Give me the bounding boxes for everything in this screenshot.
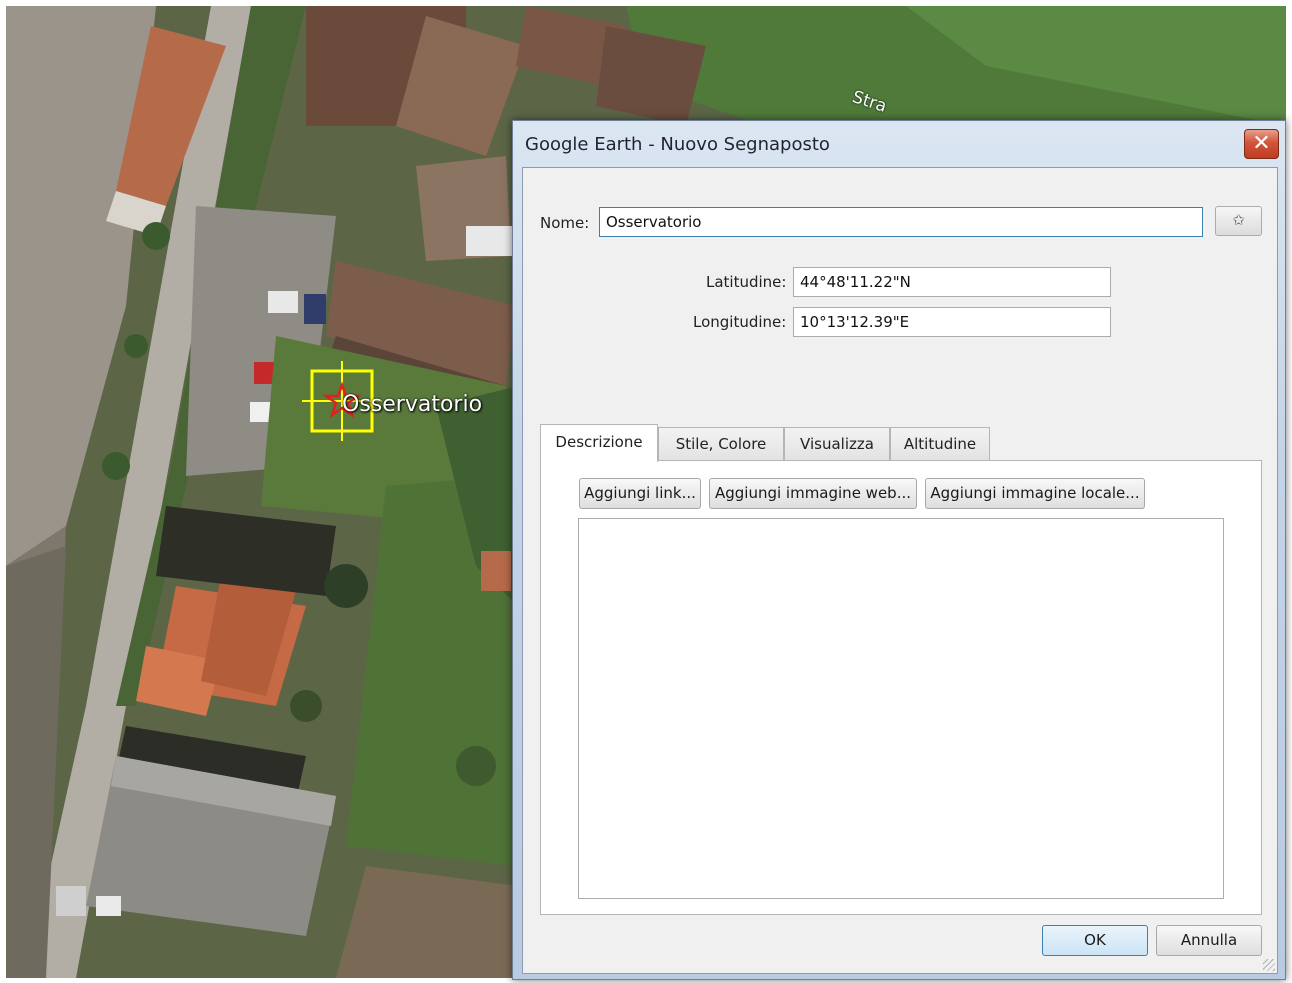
name-input[interactable]: Osservatorio — [599, 207, 1203, 237]
tab-descrizione[interactable]: Descrizione — [540, 424, 658, 462]
name-label: Nome: — [540, 214, 590, 232]
description-tab-panel: Aggiungi link... Aggiungi immagine web..… — [540, 460, 1262, 915]
new-placemark-dialog: Google Earth - Nuovo Segnaposto ✕ Nome: … — [512, 120, 1286, 980]
longitude-label: Longitudine: — [693, 313, 787, 331]
latitude-label: Latitudine: — [706, 273, 787, 291]
dialog-titlebar[interactable]: Google Earth - Nuovo Segnaposto ✕ — [513, 121, 1285, 167]
placemark-label: Osservatorio — [342, 392, 483, 417]
longitude-input[interactable]: 10°13'12.39"E — [793, 307, 1111, 337]
pushpin-icon: ✩ — [1232, 211, 1245, 229]
resize-grip[interactable] — [1263, 959, 1275, 971]
add-link-button[interactable]: Aggiungi link... — [579, 478, 701, 509]
tab-visualizza[interactable]: Visualizza — [784, 427, 890, 461]
add-web-image-button[interactable]: Aggiungi immagine web... — [709, 478, 917, 509]
description-textarea[interactable] — [578, 518, 1224, 899]
dialog-title: Google Earth - Nuovo Segnaposto — [525, 134, 830, 155]
close-button[interactable]: ✕ — [1244, 129, 1279, 159]
ok-button[interactable]: OK — [1042, 925, 1148, 956]
tab-stile-colore[interactable]: Stile, Colore — [658, 427, 784, 461]
latitude-input[interactable]: 44°48'11.22"N — [793, 267, 1111, 297]
cancel-button[interactable]: Annulla — [1156, 925, 1262, 956]
add-local-image-button[interactable]: Aggiungi immagine locale... — [925, 478, 1145, 509]
dialog-client-area: Nome: Osservatorio ✩ Latitudine: 44°48'1… — [522, 167, 1278, 974]
tab-altitudine[interactable]: Altitudine — [890, 427, 990, 461]
placemark-icon-button[interactable]: ✩ — [1215, 206, 1262, 236]
